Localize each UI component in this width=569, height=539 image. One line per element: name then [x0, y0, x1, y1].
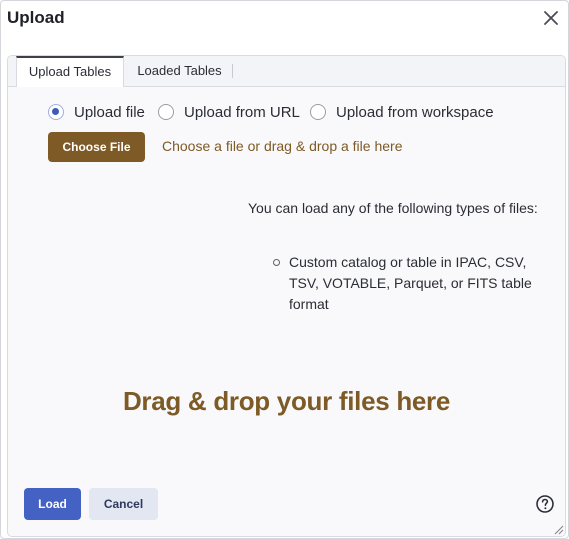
tab-upload-tables[interactable]: Upload Tables — [16, 56, 124, 87]
help-icon-glyph — [536, 495, 554, 513]
tab-divider — [232, 64, 233, 78]
radio-button[interactable] — [158, 104, 174, 120]
cancel-button[interactable]: Cancel — [89, 488, 158, 520]
tab-loaded-tables[interactable]: Loaded Tables — [125, 56, 234, 86]
load-button[interactable]: Load — [24, 488, 81, 520]
radio-upload-from-workspace[interactable]: Upload from workspace — [310, 102, 494, 122]
close-icon-glyph — [544, 11, 558, 25]
resize-grip-glyph — [554, 525, 564, 535]
radio-upload-from-url[interactable]: Upload from URL — [158, 102, 300, 122]
file-types-item: Custom catalog or table in IPAC, CSV, TS… — [289, 254, 532, 312]
upload-dialog: Upload Upload Tables Loaded Tables Uploa… — [0, 0, 569, 539]
radio-upload-file[interactable]: Upload file — [48, 102, 145, 122]
radio-button-checked[interactable] — [48, 104, 64, 120]
choose-file-button[interactable]: Choose File — [48, 132, 145, 162]
radio-label: Upload file — [74, 103, 145, 121]
resize-handle-icon[interactable] — [552, 522, 564, 535]
file-types-intro: You can load any of the following types … — [248, 200, 538, 216]
bullet-icon — [273, 259, 280, 266]
file-types-list: Custom catalog or table in IPAC, CSV, TS… — [273, 252, 563, 315]
choose-file-hint: Choose a file or drag & drop a file here — [162, 138, 403, 154]
help-icon[interactable] — [535, 494, 555, 514]
radio-button[interactable] — [310, 104, 326, 120]
dialog-title: Upload — [7, 8, 65, 27]
close-icon[interactable] — [541, 8, 561, 28]
drop-zone-text[interactable]: Drag & drop your files here — [8, 386, 565, 417]
radio-label: Upload from URL — [184, 103, 300, 121]
dialog-titlebar[interactable]: Upload — [1, 1, 568, 37]
radio-label: Upload from workspace — [336, 103, 494, 121]
tab-strip: Upload Tables Loaded Tables — [8, 56, 565, 87]
tab-panel: Upload Tables Loaded Tables Upload file … — [7, 55, 566, 537]
